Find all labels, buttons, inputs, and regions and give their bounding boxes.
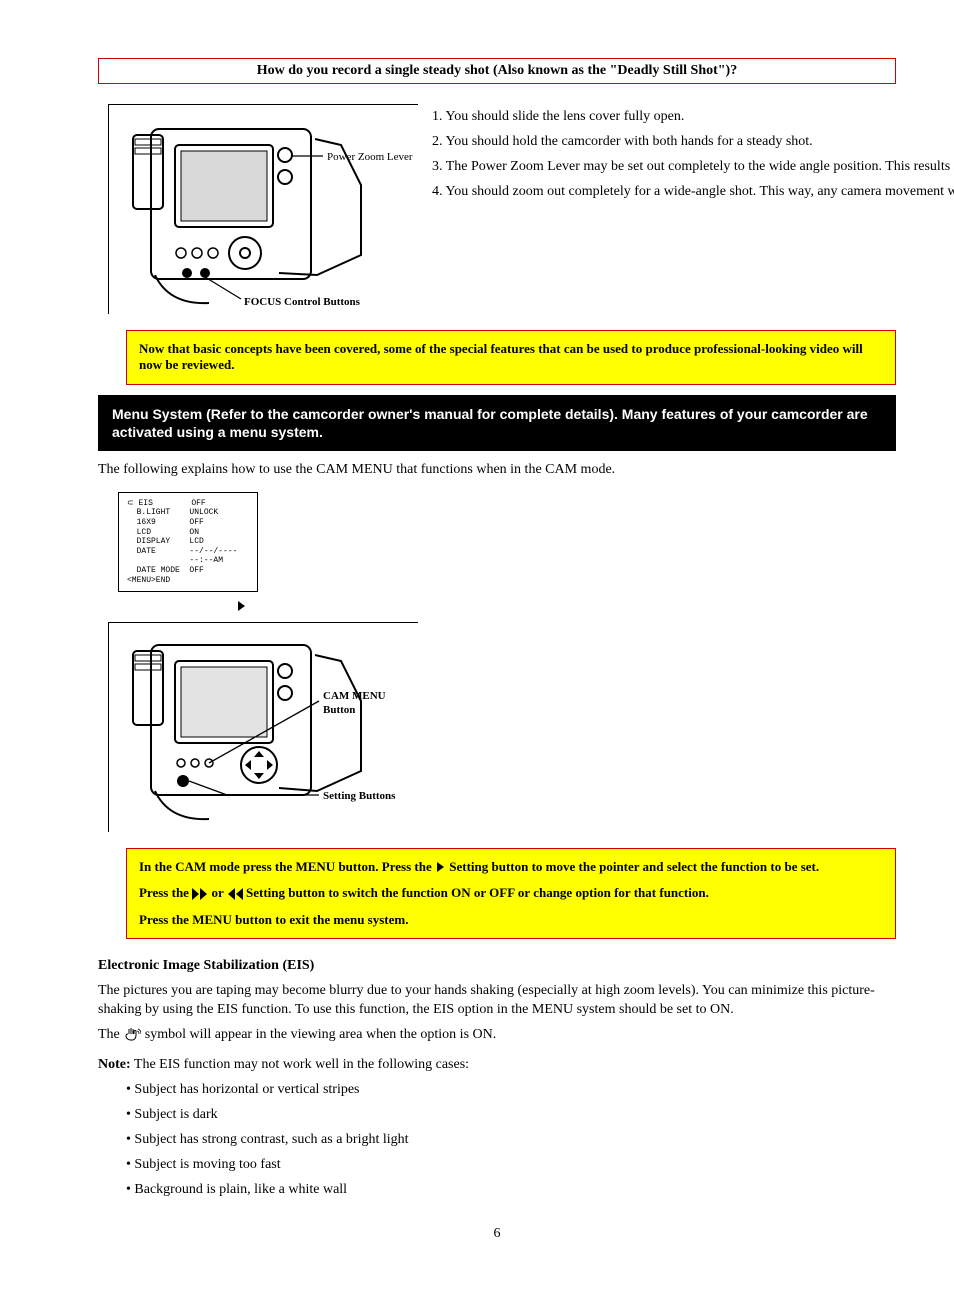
callout-yellow-1: Now that basic concepts have been covere… <box>126 330 896 385</box>
eis-p2a: The <box>98 1027 123 1042</box>
cy2-l2b: or <box>211 885 226 900</box>
callout-yellow-2-line1: In the CAM mode press the MENU button. P… <box>139 859 883 875</box>
eis-bullet-2: • Subject is dark <box>126 1106 896 1125</box>
eis-bullet-1: • Subject has horizontal or vertical str… <box>126 1081 896 1100</box>
figure-lcd-menu: ⊂ EIS OFF B.LIGHT UNLOCK 16X9 OFF LCD ON… <box>118 492 258 592</box>
cam-menu-intro: The following explains how to use the CA… <box>98 461 896 480</box>
eis-note-line: Note: The EIS function may not work well… <box>98 1056 896 1075</box>
cy2-l2c: Setting button to switch the function ON… <box>246 885 709 900</box>
cam-menu-row: CAM MENU Button Setting Buttons <box>98 616 896 840</box>
figure-camera-1: Power Zoom Lever FOCUS Control Buttons <box>108 104 418 314</box>
rewind-icon <box>227 888 243 900</box>
focus-steps: 1. You should slide the lens cover fully… <box>432 98 954 208</box>
lcd-menu-text: ⊂ EIS OFF B.LIGHT UNLOCK 16X9 OFF LCD ON… <box>119 493 257 591</box>
focus-step-4: 4. You should zoom out completely for a … <box>432 183 954 202</box>
fig1-label-zoom: Power Zoom Lever <box>327 151 413 163</box>
callout-yellow-2-line3: Press the MENU button to exit the menu s… <box>139 912 883 928</box>
focus-step-3: 3. The Power Zoom Lever may be set out c… <box>432 158 954 177</box>
eis-p2b: symbol will appear in the viewing area w… <box>145 1027 496 1042</box>
callout-yellow-1-text: Now that basic concepts have been covere… <box>139 341 863 372</box>
callout-yellow-2: In the CAM mode press the MENU button. P… <box>126 848 896 939</box>
fig1-label-focus: FOCUS Control Buttons <box>244 296 361 308</box>
fig2-label-setting: Setting Buttons <box>323 790 396 802</box>
arrow-right-icon <box>437 862 444 872</box>
cy2-l1b: Setting button to move the pointer and s… <box>449 859 819 874</box>
fig2-label-cam-menu-1: CAM MENU <box>323 690 386 702</box>
fast-forward-icon <box>192 888 208 900</box>
hand-icon <box>123 1027 141 1041</box>
eis-bullet-4: • Subject is moving too fast <box>126 1156 896 1175</box>
callout-black-menu: Menu System (Refer to the camcorder owne… <box>98 395 896 451</box>
camera-illustration-2: CAM MENU Button Setting Buttons <box>109 623 419 833</box>
eis-bullet-5: • Background is plain, like a white wall <box>126 1181 896 1200</box>
eis-note-text: The EIS function may not work well in th… <box>131 1057 469 1072</box>
camera-illustration-1: Power Zoom Lever FOCUS Control Buttons <box>109 105 419 315</box>
eis-p1: The pictures you are taping may become b… <box>98 982 896 1020</box>
callout-yellow-2-line2: Press the or Setting button to switch th… <box>139 885 883 901</box>
lcd-arrow-row <box>238 600 896 616</box>
lcd-wrap: ⊂ EIS OFF B.LIGHT UNLOCK 16X9 OFF LCD ON… <box>108 486 896 616</box>
callout-black-text: Menu System (Refer to the camcorder owne… <box>112 406 868 440</box>
section-title-text: How do you record a single steady shot (… <box>257 63 737 78</box>
page: How do you record a single steady shot (… <box>0 0 954 1292</box>
eis-p2: The symbol will appear in the viewing ar… <box>98 1026 896 1045</box>
focus-row: Power Zoom Lever FOCUS Control Buttons 1… <box>98 98 896 322</box>
eis-note-label: Note: <box>98 1057 131 1072</box>
focus-step-1: 1. You should slide the lens cover fully… <box>432 108 954 127</box>
arrow-right-icon <box>238 601 245 611</box>
fig2-label-cam-menu-2: Button <box>323 704 355 716</box>
focus-step-2: 2. You should hold the camcorder with bo… <box>432 133 954 152</box>
cy2-l1a: In the CAM mode press the MENU button. P… <box>139 859 435 874</box>
section-title-box: How do you record a single steady shot (… <box>98 58 896 84</box>
page-number: 6 <box>98 1226 896 1242</box>
figure-camera-2: CAM MENU Button Setting Buttons <box>108 622 418 832</box>
cy2-l2a: Press the <box>139 885 192 900</box>
eis-bullet-3: • Subject has strong contrast, such as a… <box>126 1131 896 1150</box>
eis-title: Electronic Image Stabilization (EIS) <box>98 957 896 976</box>
